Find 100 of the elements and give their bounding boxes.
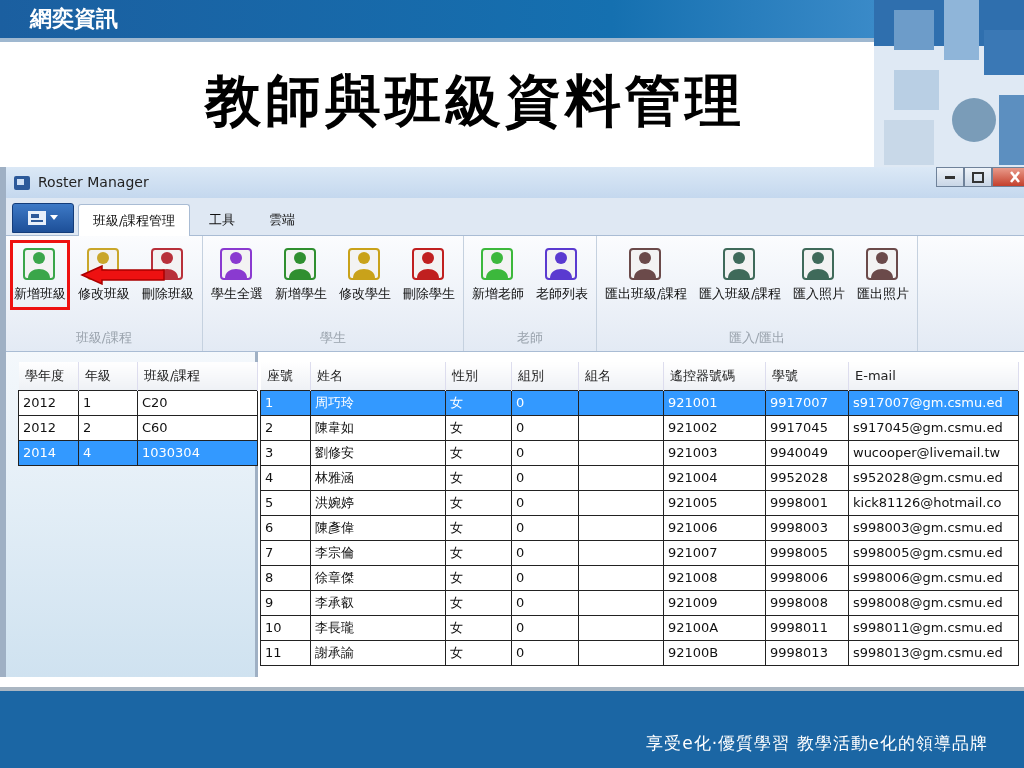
ribbon-tab[interactable]: 班級/課程管理 bbox=[78, 203, 191, 236]
table-cell[interactable]: 李宗倫 bbox=[310, 540, 446, 565]
table-cell[interactable]: 9998011 bbox=[765, 615, 849, 640]
ribbon-button[interactable]: 修改學生 bbox=[335, 240, 395, 310]
table-cell[interactable]: 洪婉婷 bbox=[310, 490, 446, 515]
table-cell[interactable]: 92100A bbox=[663, 615, 766, 640]
table-cell[interactable]: 8 bbox=[260, 565, 311, 590]
table-cell[interactable]: s998008@gm.csmu.ed bbox=[848, 590, 1019, 615]
table-cell[interactable]: 7 bbox=[260, 540, 311, 565]
table-cell[interactable]: 4 bbox=[260, 465, 311, 490]
ribbon-tab[interactable]: 雲端 bbox=[254, 202, 311, 235]
table-cell[interactable] bbox=[578, 565, 664, 590]
table-cell[interactable] bbox=[578, 615, 664, 640]
table-cell[interactable]: 2012 bbox=[18, 415, 79, 440]
table-cell[interactable]: 林雅涵 bbox=[310, 465, 446, 490]
table-cell[interactable]: s917045@gm.csmu.ed bbox=[848, 415, 1019, 440]
minimize-button[interactable] bbox=[936, 167, 964, 187]
table-cell[interactable]: 9998003 bbox=[765, 515, 849, 540]
table-cell[interactable]: 921005 bbox=[663, 490, 766, 515]
column-header[interactable]: 年級 bbox=[78, 362, 138, 390]
table-cell[interactable]: wucooper@livemail.tw bbox=[848, 440, 1019, 465]
table-cell[interactable]: 李長瓏 bbox=[310, 615, 446, 640]
column-header[interactable]: 班級/課程 bbox=[137, 362, 258, 390]
table-cell[interactable]: kick81126@hotmail.co bbox=[848, 490, 1019, 515]
table-cell[interactable]: s998006@gm.csmu.ed bbox=[848, 565, 1019, 590]
column-header[interactable]: 姓名 bbox=[310, 362, 446, 390]
table-cell[interactable]: 1 bbox=[78, 390, 138, 415]
table-cell[interactable]: 陳韋如 bbox=[310, 415, 446, 440]
column-header[interactable]: 組別 bbox=[511, 362, 579, 390]
table-cell[interactable] bbox=[578, 390, 664, 415]
ribbon-button[interactable]: 學生全選 bbox=[207, 240, 267, 310]
table-cell[interactable]: 9998013 bbox=[765, 640, 849, 665]
column-header[interactable]: 座號 bbox=[260, 362, 311, 390]
table-cell[interactable]: 李承叡 bbox=[310, 590, 446, 615]
table-cell[interactable]: 9998005 bbox=[765, 540, 849, 565]
table-cell[interactable]: 2012 bbox=[18, 390, 79, 415]
slogan-text: 享受e化‧優質學習 教學活動e化的領導品牌 bbox=[646, 731, 988, 755]
table-cell[interactable]: s952028@gm.csmu.ed bbox=[848, 465, 1019, 490]
column-header[interactable]: 組名 bbox=[578, 362, 664, 390]
table-cell[interactable]: 9998006 bbox=[765, 565, 849, 590]
maximize-button[interactable] bbox=[964, 167, 992, 187]
ribbon-button[interactable]: 新增班級 bbox=[10, 240, 70, 310]
ribbon-button[interactable]: 匯出照片 bbox=[853, 240, 914, 310]
app-menu-button[interactable] bbox=[12, 203, 74, 233]
column-header[interactable]: 遙控器號碼 bbox=[663, 362, 766, 390]
table-cell[interactable]: 陳彥偉 bbox=[310, 515, 446, 540]
table-cell[interactable]: s998013@gm.csmu.ed bbox=[848, 640, 1019, 665]
table-cell[interactable] bbox=[578, 440, 664, 465]
table-cell[interactable]: C20 bbox=[137, 390, 258, 415]
column-header[interactable]: 學年度 bbox=[18, 362, 79, 390]
person-icon bbox=[480, 246, 516, 282]
ribbon-button[interactable]: 新增學生 bbox=[271, 240, 331, 310]
table-cell[interactable]: 921008 bbox=[663, 565, 766, 590]
ribbon-button[interactable]: 匯出班級/課程 bbox=[601, 240, 692, 310]
table-cell[interactable] bbox=[578, 415, 664, 440]
person-icon bbox=[283, 246, 319, 282]
table-cell[interactable]: 11 bbox=[260, 640, 311, 665]
table-cell[interactable]: s998005@gm.csmu.ed bbox=[848, 540, 1019, 565]
table-cell[interactable] bbox=[578, 640, 664, 665]
table-cell[interactable]: s998011@gm.csmu.ed bbox=[848, 615, 1019, 640]
table-cell[interactable]: 10 bbox=[260, 615, 311, 640]
table-cell[interactable]: 謝承諭 bbox=[310, 640, 446, 665]
table-cell[interactable]: 3 bbox=[260, 440, 311, 465]
table-cell[interactable]: 9998008 bbox=[765, 590, 849, 615]
table-cell[interactable]: 921004 bbox=[663, 465, 766, 490]
table-cell[interactable]: s998003@gm.csmu.ed bbox=[848, 515, 1019, 540]
table-cell[interactable]: 9917045 bbox=[765, 415, 849, 440]
table-cell[interactable] bbox=[578, 540, 664, 565]
table-cell[interactable] bbox=[578, 465, 664, 490]
ribbon-button[interactable]: 新增老師 bbox=[468, 240, 528, 310]
table-cell[interactable]: 921009 bbox=[663, 590, 766, 615]
table-cell[interactable]: 徐章傑 bbox=[310, 565, 446, 590]
table-cell[interactable]: 9998001 bbox=[765, 490, 849, 515]
ribbon-button[interactable]: 匯入照片 bbox=[789, 240, 850, 310]
table-cell[interactable] bbox=[578, 590, 664, 615]
table-cell[interactable] bbox=[578, 515, 664, 540]
table-cell[interactable]: C60 bbox=[137, 415, 258, 440]
table-cell[interactable]: 921002 bbox=[663, 415, 766, 440]
ribbon-tab[interactable]: 工具 bbox=[194, 202, 251, 235]
table-cell[interactable]: 9940049 bbox=[765, 440, 849, 465]
table-cell[interactable]: 5 bbox=[260, 490, 311, 515]
table-cell[interactable]: 劉修安 bbox=[310, 440, 446, 465]
table-cell[interactable]: 921003 bbox=[663, 440, 766, 465]
table-cell[interactable]: 921007 bbox=[663, 540, 766, 565]
window-title: Roster Manager bbox=[38, 173, 150, 192]
table-cell[interactable]: 9 bbox=[260, 590, 311, 615]
app-menu-icon bbox=[28, 211, 46, 225]
table-cell[interactable]: 92100B bbox=[663, 640, 766, 665]
caret-icon bbox=[50, 215, 58, 221]
column-header[interactable]: E-mail bbox=[848, 362, 1019, 390]
column-header[interactable]: 性別 bbox=[445, 362, 512, 390]
ribbon-button[interactable]: 刪除學生 bbox=[399, 240, 459, 310]
column-header[interactable]: 學號 bbox=[765, 362, 849, 390]
ribbon-button[interactable]: 匯入班級/課程 bbox=[695, 240, 786, 310]
table-cell[interactable] bbox=[578, 490, 664, 515]
table-cell[interactable]: 9952028 bbox=[765, 465, 849, 490]
ribbon-button[interactable]: 老師列表 bbox=[532, 240, 592, 310]
table-cell[interactable]: 921006 bbox=[663, 515, 766, 540]
table-cell[interactable]: 2 bbox=[260, 415, 311, 440]
table-cell[interactable]: 6 bbox=[260, 515, 311, 540]
